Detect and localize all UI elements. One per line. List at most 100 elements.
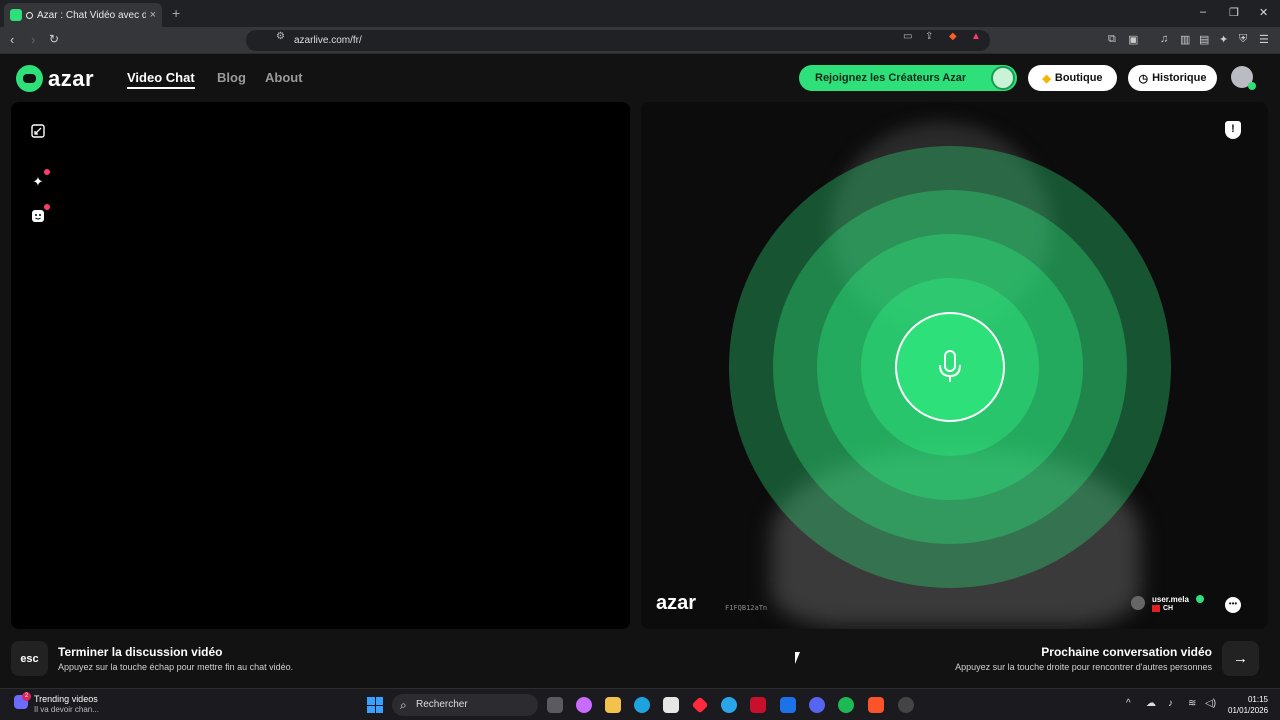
task-view-icon[interactable] — [547, 697, 563, 713]
screencast-icon[interactable]: ▭ — [903, 31, 912, 42]
logo-text: azar — [48, 65, 95, 91]
new-tab-button[interactable]: + — [172, 5, 180, 21]
sidebar-icon[interactable]: ▥ — [1180, 33, 1190, 46]
obs-icon[interactable] — [898, 697, 914, 713]
wallet-card-icon[interactable]: ▤ — [1199, 33, 1209, 46]
next-chat-button[interactable]: → — [1222, 641, 1259, 676]
volume-icon[interactable]: ◁) — [1205, 698, 1216, 709]
taskbar-search[interactable]: Rechercher — [392, 694, 538, 716]
esc-key-button[interactable]: esc — [11, 641, 48, 676]
system-clock[interactable]: 01:15 01/01/2026 — [1228, 694, 1268, 716]
address-bar[interactable]: azarlive.com/fr/ — [246, 30, 990, 51]
next-chat-title: Prochaine conversation vidéo — [1041, 645, 1212, 659]
edge-icon[interactable] — [634, 697, 650, 713]
browser-toolbar: ‹ › ↻ ☐ azarlive.com/fr/ ⚙ ▭ ⇪ ◆ ▲ ⧉ ▣ ♫… — [0, 27, 1280, 54]
mouse-cursor — [795, 652, 800, 664]
share-icon[interactable]: ⇪ — [925, 31, 933, 42]
mail-icon[interactable] — [780, 697, 796, 713]
extensions-icon[interactable]: ⧉ — [1108, 33, 1116, 46]
file-explorer-icon[interactable] — [605, 697, 621, 713]
widgets-badge: 2 — [22, 692, 31, 701]
session-id: F1FQB12aTn — [725, 604, 768, 612]
copilot-icon[interactable] — [576, 697, 592, 713]
azar-watermark: azar — [656, 592, 697, 614]
esc-label: esc — [20, 652, 39, 665]
next-chat-subtitle: Appuyez sur la touche droite pour rencon… — [955, 662, 1212, 672]
end-chat-subtitle: Appuyez sur la touche échap pour mettre … — [58, 662, 294, 672]
onedrive-icon[interactable]: ☁ — [1146, 698, 1156, 709]
leo-ai-icon[interactable]: ✦ — [1219, 33, 1228, 46]
creators-label: Rejoignez les Créateurs Azar — [815, 72, 967, 84]
tab-title: Azar : Chat Vidéo avec de no — [37, 9, 146, 21]
reload-icon[interactable]: ↻ — [49, 32, 59, 46]
tab-close-icon[interactable]: × — [150, 9, 156, 21]
arrow-right-icon: → — [1233, 650, 1248, 667]
media-icon[interactable]: ♫ — [1160, 33, 1168, 45]
chrome-icon[interactable] — [721, 697, 737, 713]
windows-taskbar: 2 Trending videos Il va devoir chan... R… — [0, 688, 1280, 720]
clock-icon: ◷ — [1138, 72, 1149, 85]
vpn-icon[interactable]: ⛨ — [1239, 33, 1247, 46]
partner-username[interactable]: user.mela — [1152, 595, 1189, 604]
shop-button[interactable]: ◆ Boutique — [1028, 65, 1117, 91]
profile-avatar[interactable] — [1231, 66, 1256, 90]
close-window-button[interactable]: ✕ — [1259, 6, 1268, 19]
start-button-icon[interactable] — [367, 697, 383, 713]
history-label: Historique — [1152, 72, 1207, 84]
history-button[interactable]: ◷ Historique — [1128, 65, 1217, 91]
minimize-video-icon[interactable] — [29, 122, 47, 140]
partner-avatar[interactable] — [1131, 596, 1145, 610]
swiss-flag-icon — [1152, 605, 1160, 612]
browser-tabbar: Azar : Chat Vidéo avec de no × + – ❐ ✕ — [0, 0, 1280, 27]
brave-icon[interactable] — [868, 697, 884, 713]
effects-sparkle-icon[interactable]: ✦ — [29, 173, 47, 191]
spotify-icon[interactable] — [838, 697, 854, 713]
self-video-panel: ✦ — [11, 102, 630, 629]
tray-chevron-icon[interactable]: ^ — [1126, 698, 1131, 709]
chat-bubble-icon[interactable]: ••• — [1225, 597, 1241, 613]
forward-icon[interactable]: › — [31, 32, 35, 47]
tray-mic-icon[interactable]: ♪ — [1168, 698, 1173, 709]
nav-blog[interactable]: Blog — [217, 70, 246, 85]
store-icon[interactable] — [663, 697, 679, 713]
creators-button[interactable]: Rejoignez les Créateurs Azar — [799, 65, 1017, 91]
news-title[interactable]: Trending videos — [34, 694, 98, 704]
filter-notification-dot — [44, 204, 50, 210]
maximize-button[interactable]: ❐ — [1229, 6, 1239, 19]
discord-icon[interactable] — [809, 697, 825, 713]
minimize-button[interactable]: – — [1200, 6, 1206, 18]
partner-video-panel: ! azar F1FQB12aTn user.mela CH ••• — [641, 102, 1268, 629]
brave-shield-icon[interactable]: ◆ — [949, 31, 957, 42]
wallet-icon[interactable]: ▣ — [1128, 33, 1138, 46]
shop-label: Boutique — [1054, 72, 1103, 84]
microphone-icon — [939, 350, 961, 382]
browser-tab[interactable]: Azar : Chat Vidéo avec de no × — [4, 3, 162, 27]
menu-icon[interactable]: ☰ — [1259, 33, 1269, 46]
wifi-icon[interactable]: ≋ — [1188, 698, 1196, 709]
back-icon[interactable]: ‹ — [10, 32, 14, 47]
country-code: CH — [1163, 605, 1174, 612]
nav-about[interactable]: About — [265, 70, 303, 85]
verified-badge-icon — [1196, 595, 1204, 603]
news-subtitle[interactable]: Il va devoir chan... — [34, 705, 99, 714]
azar-favicon-icon — [10, 9, 22, 21]
anydesk-icon[interactable] — [691, 696, 709, 714]
recording-icon — [26, 11, 33, 19]
voice-mic-button[interactable] — [895, 312, 1005, 422]
face-filter-icon[interactable] — [29, 207, 47, 225]
search-placeholder: Rechercher — [416, 699, 468, 710]
mcafee-icon[interactable] — [750, 697, 766, 713]
partner-country: CH — [1152, 605, 1173, 612]
url-text: azarlive.com/fr/ — [294, 35, 362, 46]
brave-rewards-icon[interactable]: ▲ — [971, 31, 981, 42]
site-info-icon[interactable]: ⚙ — [276, 31, 285, 42]
azar-page: azar Video Chat Blog About Rejoignez les… — [0, 54, 1280, 688]
azar-logo[interactable]: azar — [16, 65, 94, 92]
effects-notification-dot — [44, 169, 50, 175]
end-chat-title: Terminer la discussion vidéo — [58, 645, 223, 659]
nav-video-chat[interactable]: Video Chat — [127, 70, 195, 89]
report-shield-icon[interactable]: ! — [1225, 121, 1241, 139]
clock-date: 01/01/2026 — [1228, 706, 1269, 715]
clock-time: 01:15 — [1247, 695, 1268, 704]
diamond-icon: ◆ — [1042, 72, 1051, 85]
